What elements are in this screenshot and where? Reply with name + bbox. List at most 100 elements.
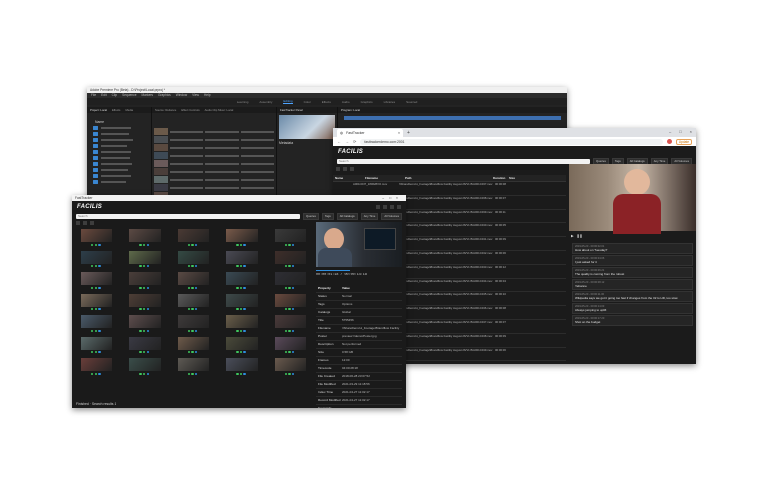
- property-row[interactable]: Index Time 2021-04-27 11:02:17: [316, 389, 402, 397]
- bin-item[interactable]: [87, 179, 151, 185]
- thumbnail-card[interactable]: [75, 250, 118, 273]
- comment-item[interactable]: 2019-05-20 - 00:00:14.03 Always jumping t…: [572, 303, 693, 314]
- property-row[interactable]: Description Not performed: [316, 341, 402, 349]
- panel-row[interactable]: [154, 128, 274, 135]
- thumbnail-card[interactable]: [172, 250, 215, 273]
- workspace-editing[interactable]: Editing: [283, 99, 293, 104]
- user-icon[interactable]: [397, 204, 401, 209]
- thumbnail-card[interactable]: [75, 293, 118, 316]
- tab-program[interactable]: Program: Local: [341, 107, 360, 113]
- tab-project[interactable]: Project: Local: [90, 107, 107, 113]
- panel-row[interactable]: [154, 144, 274, 151]
- thumbnail-card[interactable]: [220, 336, 263, 359]
- url-input[interactable]: fasttrackerdemo.com:2001: [360, 138, 663, 145]
- menu-markers[interactable]: Markers: [142, 93, 154, 98]
- workspace-libraries[interactable]: Libraries: [384, 100, 396, 104]
- property-row[interactable]: Timecode 04:00:28:18: [316, 365, 402, 373]
- facilis-preview[interactable]: [316, 222, 402, 267]
- play-icon[interactable]: ▶: [571, 234, 574, 240]
- thumbnail-card[interactable]: [220, 293, 263, 316]
- property-row[interactable]: Keywords: [316, 405, 402, 408]
- volumes-button[interactable]: All Volumes: [381, 212, 402, 220]
- thumbnail-card[interactable]: [75, 229, 118, 251]
- update-button[interactable]: Update: [675, 138, 692, 145]
- queries-button[interactable]: Queries: [303, 212, 319, 220]
- menu-view[interactable]: View: [192, 93, 199, 98]
- thumbnail-card[interactable]: [123, 272, 166, 294]
- back-icon[interactable]: ←: [337, 139, 341, 144]
- comment-item[interactable]: 2019-05-20 - 00:00:02.01 How about on Tue…: [572, 243, 693, 254]
- reload-icon[interactable]: ⟳: [353, 139, 356, 144]
- panel-row[interactable]: [154, 168, 274, 175]
- menu-sequence[interactable]: Sequence: [122, 93, 136, 98]
- window-controls[interactable]: –□×: [382, 196, 403, 200]
- settings-icon[interactable]: [390, 204, 394, 209]
- pause-icon[interactable]: ❚❚: [577, 234, 583, 240]
- thumbnail-card[interactable]: [123, 315, 166, 337]
- thumbnail-card[interactable]: [172, 229, 215, 251]
- thumbnail-card[interactable]: [75, 358, 118, 380]
- workspace-graphics[interactable]: Graphics: [361, 100, 373, 104]
- panel-row[interactable]: [154, 176, 274, 183]
- panel-row[interactable]: [154, 184, 274, 191]
- catalogs-button[interactable]: All Catalogs: [336, 212, 358, 220]
- panel-row[interactable]: [154, 136, 274, 143]
- tab-effects[interactable]: Effects: [112, 107, 121, 113]
- thumbnail-card[interactable]: [269, 272, 312, 294]
- tab-fasttracker-panel[interactable]: FastTracker Panel: [280, 107, 303, 113]
- property-row[interactable]: Record Modified 2021-04-27 11:02:17: [316, 397, 402, 405]
- list-icon[interactable]: [383, 204, 387, 209]
- property-row[interactable]: Filename \\ShareDemo\1_Footage\Brandflow …: [316, 325, 402, 333]
- thumbnail-card[interactable]: [220, 315, 263, 337]
- thumbnail-card[interactable]: [220, 229, 263, 251]
- thumbnail-card[interactable]: [269, 250, 312, 273]
- thumbnail-card[interactable]: [220, 358, 263, 380]
- thumbnail-card[interactable]: [123, 229, 166, 251]
- comment-item[interactable]: 2019-05-20 - 00:00:11.00 Wikipedia says w…: [572, 291, 693, 302]
- property-row[interactable]: Poster preview://demo/Poster.jpg: [316, 333, 402, 341]
- workspace-sourced[interactable]: Sourced: [406, 100, 417, 104]
- forward-icon[interactable]: →: [345, 139, 349, 144]
- thumbnail-card[interactable]: [269, 336, 312, 359]
- thumbnail-card[interactable]: [172, 336, 215, 359]
- property-row[interactable]: Frames 12:00: [316, 357, 402, 365]
- tab-effect-controls[interactable]: Effect Controls: [181, 107, 199, 113]
- workspace-effects[interactable]: Effects: [322, 100, 331, 104]
- facilis-search-input[interactable]: Search: [76, 213, 301, 219]
- thumbnail-card[interactable]: [172, 272, 215, 294]
- thumbnail-card[interactable]: [220, 250, 263, 273]
- video-preview[interactable]: [569, 164, 696, 234]
- tags-button[interactable]: Tags: [321, 212, 334, 220]
- property-row[interactable]: Status Normal: [316, 293, 402, 301]
- comment-item[interactable]: 2019-05-20 - 00:00:17.20 Shot on the budg…: [572, 315, 693, 326]
- menu-window[interactable]: Window: [176, 93, 187, 98]
- thumbnail-card[interactable]: [75, 272, 118, 294]
- thumbnail-card[interactable]: [123, 250, 166, 273]
- col-name[interactable]: Name: [333, 175, 351, 181]
- list-view-icon[interactable]: [336, 167, 340, 171]
- profile-avatar[interactable]: [666, 139, 672, 144]
- close-window-icon[interactable]: ×: [690, 129, 692, 134]
- col-duration[interactable]: Duration: [491, 175, 507, 181]
- comment-item[interactable]: 2019-05-20 - 00:00:04.06 I just asked for…: [572, 255, 693, 266]
- menu-graphics[interactable]: Graphics: [158, 93, 171, 98]
- panel-row[interactable]: [154, 160, 274, 167]
- thumbnail-card[interactable]: [75, 336, 118, 359]
- thumbnail-card[interactable]: [123, 336, 166, 359]
- col-size[interactable]: Size: [507, 175, 519, 181]
- tab-source[interactable]: Source: Reliance: [155, 107, 176, 113]
- col-path[interactable]: Path: [403, 175, 491, 181]
- thumbnail-card[interactable]: [123, 293, 166, 316]
- sort-icon[interactable]: [350, 167, 354, 171]
- menu-clip[interactable]: Clip: [112, 93, 118, 98]
- property-row[interactable]: Size 0.58 GB: [316, 349, 402, 357]
- maximize-icon[interactable]: □: [679, 129, 681, 134]
- workspace-learning[interactable]: Learning: [237, 100, 249, 104]
- property-row[interactable]: Catalogs Global: [316, 309, 402, 317]
- new-tab-icon[interactable]: +: [407, 129, 410, 137]
- panel-row[interactable]: [154, 152, 274, 159]
- thumbnail-card[interactable]: [269, 358, 312, 380]
- thumbnail-card[interactable]: [269, 293, 312, 316]
- property-row[interactable]: Tags Options: [316, 301, 402, 309]
- menu-edit[interactable]: Edit: [101, 93, 107, 98]
